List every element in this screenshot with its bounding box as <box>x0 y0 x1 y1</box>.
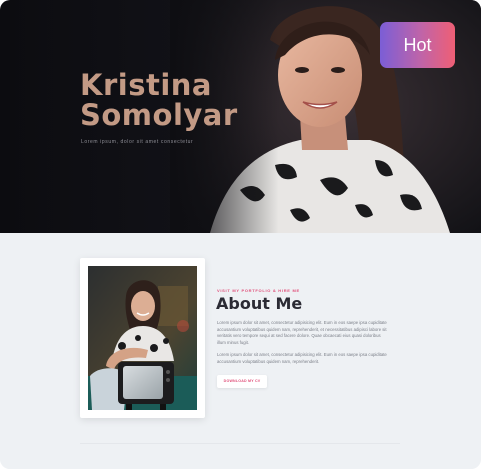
template-preview-card[interactable]: Kristina Somolyar Lorem ipsum, dolor sit… <box>0 0 481 469</box>
section-divider <box>80 443 400 444</box>
about-section: VISIT MY PORTFOLIO & HIRE ME About Me Lo… <box>0 233 481 469</box>
about-eyebrow: VISIT MY PORTFOLIO & HIRE ME <box>217 288 300 293</box>
hero-name-first: Kristina <box>80 68 212 102</box>
about-photo-frame <box>80 258 205 418</box>
about-paragraph-1: Lorem ipsum dolor sit amet, consectetur … <box>217 320 387 345</box>
about-title: About Me <box>216 294 303 313</box>
about-paragraph-2: Lorem ipsum dolor sit amet, consectetur … <box>217 352 387 364</box>
about-portrait-image <box>88 266 197 410</box>
hero-name: Kristina Somolyar <box>80 70 238 130</box>
download-cv-button[interactable]: DOWNLOAD MY CV <box>217 375 267 388</box>
hero-subtitle: Lorem ipsum, dolor sit amet consectetur <box>81 139 194 145</box>
hero-name-last: Somolyar <box>80 98 238 132</box>
hot-badge: Hot <box>380 22 455 68</box>
